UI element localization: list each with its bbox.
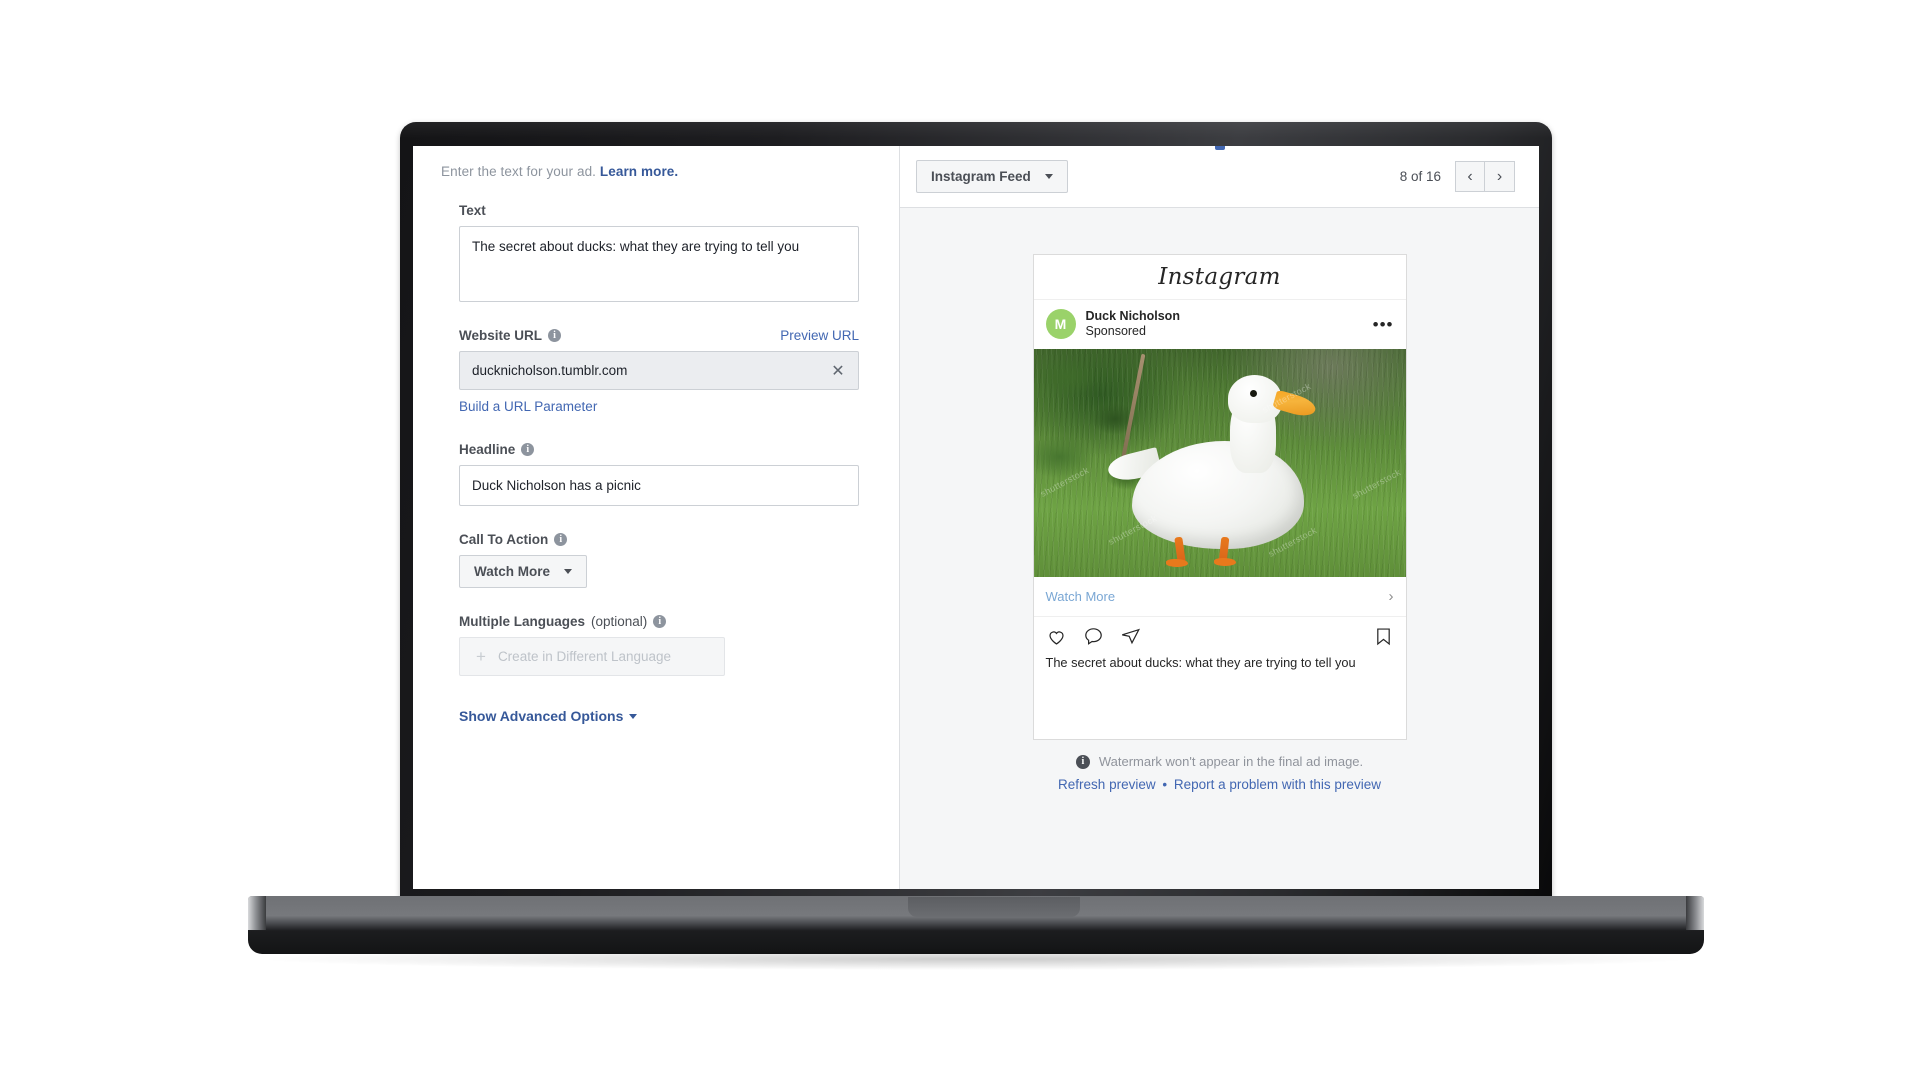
instagram-logo-bar: Instagram: [1033, 255, 1406, 300]
instagram-wordmark: Instagram: [1158, 264, 1281, 290]
previous-preview-button[interactable]: ‹: [1455, 161, 1485, 192]
form-body: Text The secret about ducks: what they a…: [413, 179, 899, 726]
user-meta: Duck Nicholson Sponsored: [1086, 309, 1363, 340]
heart-icon[interactable]: [1046, 626, 1067, 647]
watermark-note: i Watermark won't appear in the final ad…: [1075, 754, 1364, 770]
card-filler: [1034, 687, 1406, 739]
chevron-down-icon: [1044, 174, 1053, 179]
instagram-cta-row[interactable]: Watch More ›: [1033, 577, 1406, 617]
laptop-screen: Enter the text for your ad. Learn more. …: [413, 146, 1539, 889]
preview-pagination: 8 of 16 ‹ ›: [1400, 161, 1515, 192]
learn-more-link[interactable]: Learn more.: [600, 164, 678, 179]
headline-label-text: Headline: [459, 442, 516, 457]
website-url-text: Website URL: [459, 328, 543, 343]
clear-url-icon[interactable]: ✕: [829, 362, 847, 380]
ad-preview-pane: Instagram Feed 8 of 16 ‹ › Instagram M D…: [900, 146, 1539, 889]
field-group-text: Text The secret about ducks: what they a…: [459, 203, 859, 302]
instagram-user-row: M Duck Nicholson Sponsored •••: [1034, 300, 1406, 349]
instagram-action-bar: [1034, 617, 1406, 651]
bookmark-icon[interactable]: [1373, 626, 1394, 647]
create-in-different-language-label: Create in Different Language: [497, 649, 672, 665]
chevron-down-icon: [564, 569, 573, 575]
website-url-info-icon[interactable]: i: [548, 329, 562, 342]
headline-label: Headline i: [459, 442, 859, 457]
refresh-preview-link[interactable]: Refresh preview: [1058, 777, 1156, 792]
preview-nav-group: ‹ ›: [1455, 161, 1515, 192]
laptop-shadow: [268, 948, 1684, 970]
call-to-action-label: Call To Action i: [459, 532, 859, 547]
duck-eye: [1249, 389, 1257, 397]
preview-toolbar: Instagram Feed 8 of 16 ‹ ›: [900, 146, 1539, 208]
text-field-label: Text: [459, 203, 859, 218]
avatar: M: [1045, 309, 1076, 340]
multiple-languages-label-text: Multiple Languages: [459, 614, 586, 630]
website-url-label: Website URL i: [459, 328, 562, 343]
laptop-base-notch: [908, 897, 1080, 917]
build-url-parameter-link[interactable]: Build a URL Parameter: [459, 399, 597, 414]
laptop-mockup-scene: Enter the text for your ad. Learn more. …: [0, 0, 1920, 1080]
duck-foot-left: [1165, 558, 1188, 567]
instagram-ad-preview-card: Instagram M Duck Nicholson Sponsored •••: [1032, 254, 1407, 741]
headline-info-icon[interactable]: i: [521, 443, 535, 456]
comment-icon[interactable]: [1083, 626, 1104, 647]
call-to-action-value: Watch More: [474, 564, 551, 580]
field-group-call-to-action: Call To Action i Watch More: [459, 532, 859, 589]
report-problem-link[interactable]: Report a problem with this preview: [1174, 777, 1381, 792]
preview-url-link[interactable]: Preview URL: [780, 328, 859, 343]
ad-caption: The secret about ducks: what they are tr…: [1045, 654, 1356, 670]
call-to-action-label-text: Call To Action: [459, 532, 549, 548]
watermark-note-text: Watermark won't appear in the final ad i…: [1098, 754, 1364, 770]
plus-icon: +: [476, 647, 486, 667]
cut-off-chrome-element: [1214, 146, 1225, 150]
account-name: Duck Nicholson: [1085, 309, 1180, 323]
next-preview-button[interactable]: ›: [1485, 161, 1515, 192]
show-advanced-options-label: Show Advanced Options: [459, 708, 624, 725]
placement-select-value: Instagram Feed: [931, 169, 1031, 184]
chevron-right-icon: ›: [1388, 587, 1394, 605]
preview-footer-links: Refresh preview • Report a problem with …: [1058, 777, 1381, 792]
field-group-multiple-languages: Multiple Languages (optional) i + Create…: [459, 614, 859, 677]
website-url-input-row: ducknicholson.tumblr.com ✕: [459, 351, 859, 390]
ad-creative-form-pane: Enter the text for your ad. Learn more. …: [413, 146, 900, 889]
multiple-languages-info-icon[interactable]: i: [653, 615, 667, 629]
ads-manager-app: Enter the text for your ad. Learn more. …: [413, 146, 1539, 889]
sponsored-label: Sponsored: [1085, 324, 1146, 339]
chevron-down-small-icon: [629, 713, 638, 719]
call-to-action-info-icon[interactable]: i: [554, 533, 568, 547]
cta-label: Watch More: [1045, 588, 1116, 604]
website-url-label-row: Website URL i Preview URL: [459, 328, 859, 343]
create-in-different-language-button[interactable]: + Create in Different Language: [459, 637, 725, 677]
more-options-icon[interactable]: •••: [1373, 316, 1394, 333]
field-group-headline: Headline i Duck Nicholson has a picnic: [459, 442, 859, 507]
link-separator: •: [1162, 777, 1168, 793]
share-icon[interactable]: [1120, 626, 1141, 647]
show-advanced-options-link[interactable]: Show Advanced Options: [459, 708, 638, 725]
ad-image: shutterstock shutterstock shutterstock s…: [1033, 348, 1406, 577]
preview-page-count: 8 of 16: [1399, 169, 1441, 184]
preview-stage: Instagram M Duck Nicholson Sponsored •••: [900, 208, 1539, 889]
text-label: Text: [459, 203, 486, 218]
ad-text-input[interactable]: The secret about ducks: what they are tr…: [459, 226, 859, 302]
placement-select[interactable]: Instagram Feed: [916, 160, 1068, 193]
info-icon: i: [1075, 754, 1090, 769]
headline-input[interactable]: Duck Nicholson has a picnic: [459, 465, 859, 507]
multiple-languages-optional-text: (optional): [591, 614, 648, 630]
call-to-action-select[interactable]: Watch More: [459, 555, 588, 589]
website-url-input[interactable]: ducknicholson.tumblr.com: [459, 351, 859, 390]
helper-text-label: Enter the text for your ad.: [441, 164, 597, 179]
form-helper-text: Enter the text for your ad. Learn more.: [413, 146, 899, 179]
multiple-languages-label: Multiple Languages (optional) i: [459, 614, 859, 629]
duck-foot-right: [1213, 557, 1236, 566]
field-group-website-url: Website URL i Preview URL ducknicholson.…: [459, 328, 859, 416]
